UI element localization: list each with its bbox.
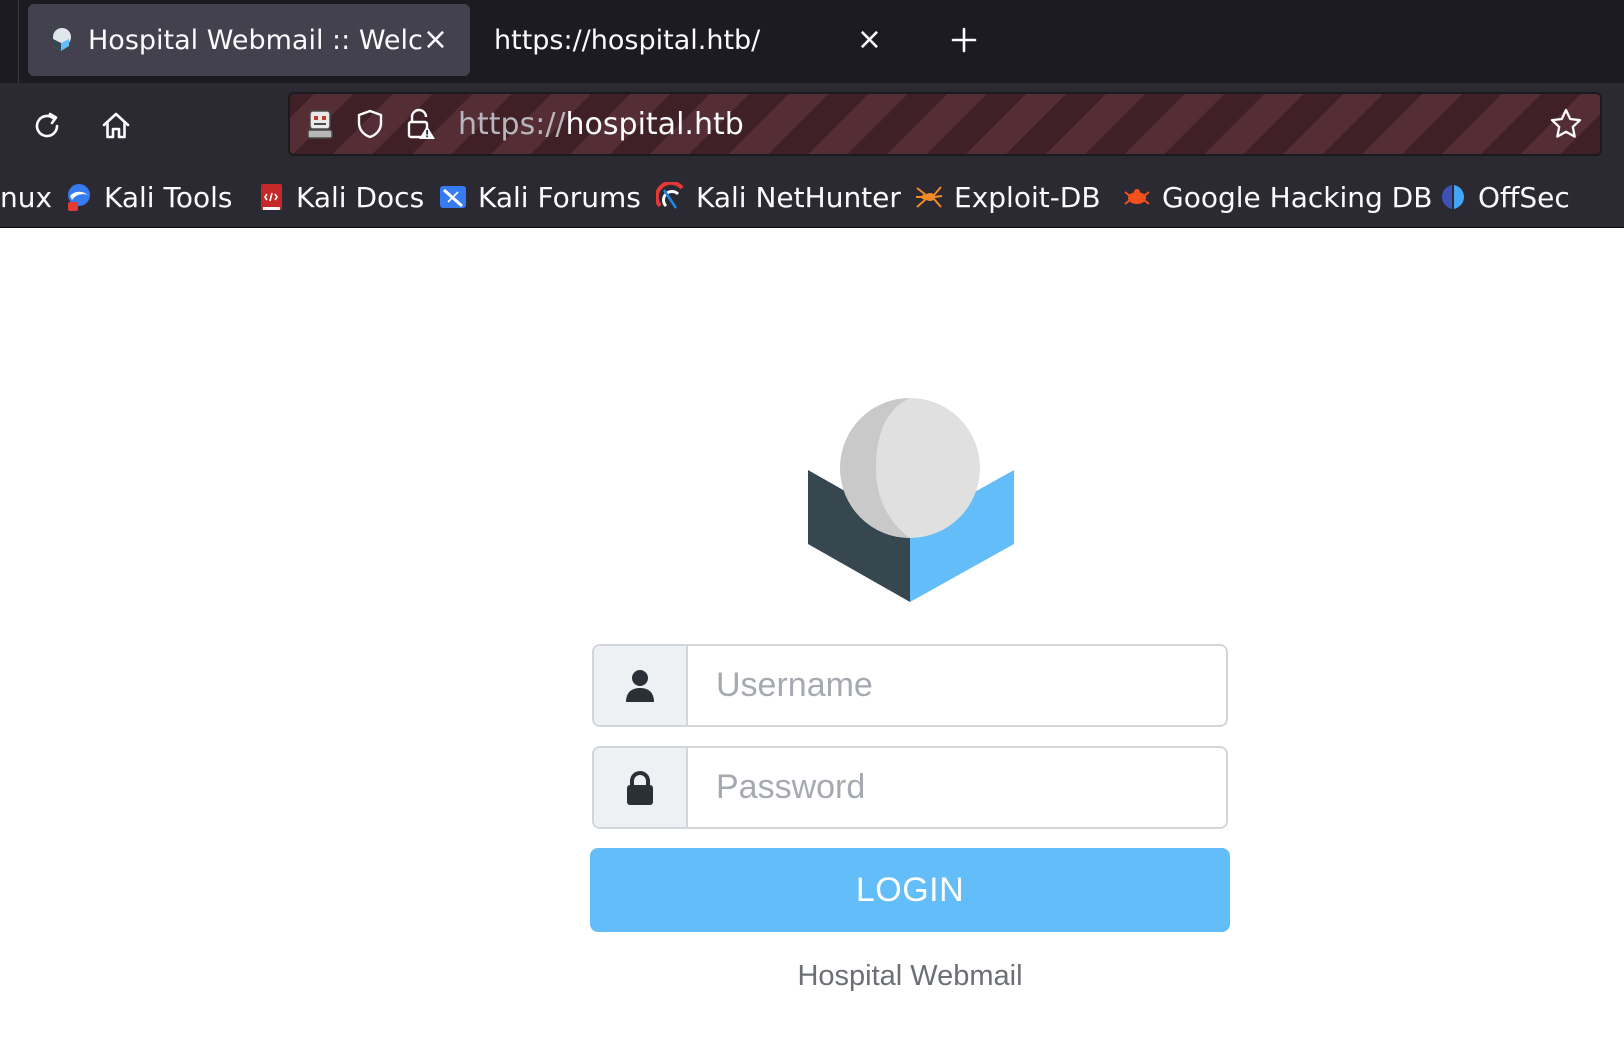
bookmark-kali-linux[interactable]: nux: [0, 167, 52, 227]
tab-close-icon[interactable]: ×: [423, 25, 448, 55]
url-text[interactable]: https://hospital.htb: [458, 107, 744, 142]
lock-icon: [627, 770, 653, 805]
roundcube-favicon-icon: [46, 25, 76, 55]
ghdb-icon: [1122, 182, 1152, 212]
username-field: [592, 644, 1228, 727]
plus-icon: [951, 27, 977, 53]
kali-forums-icon: [438, 182, 468, 212]
password-field: [592, 746, 1228, 829]
tab-strip: Hospital Webmail :: Welcome × https://ho…: [0, 0, 1624, 83]
bookmark-label: nux: [0, 180, 53, 214]
bookmark-label: Kali Forums: [478, 180, 641, 214]
kali-docs-icon: [256, 182, 286, 212]
user-icon: [626, 669, 654, 702]
kali-tools-icon: [64, 182, 94, 212]
bookmark-kali-nethunter[interactable]: Kali NetHunter: [656, 167, 901, 227]
tab-hospital-webmail[interactable]: Hospital Webmail :: Welcome ×: [28, 4, 470, 76]
login-button[interactable]: LOGIN: [590, 848, 1230, 932]
roundcube-logo: [808, 398, 1014, 602]
navigation-toolbar: https://hospital.htb: [0, 83, 1624, 167]
bookmark-label: OffSec: [1478, 180, 1570, 214]
offsec-icon: [1438, 182, 1468, 212]
bookmark-star-icon[interactable]: [1546, 104, 1586, 144]
bookmark-label: Kali Tools: [104, 180, 233, 214]
new-tab-button[interactable]: [942, 18, 986, 62]
bookmark-google-hacking-db[interactable]: Google Hacking DB: [1122, 167, 1432, 227]
tab-title: Hospital Webmail :: Welcome: [88, 24, 423, 56]
exploit-db-icon: [914, 182, 944, 212]
tracking-protection-shield-icon[interactable]: [350, 104, 390, 144]
bookmark-kali-tools[interactable]: Kali Tools: [64, 167, 232, 227]
home-icon: [102, 112, 130, 139]
tab-close-icon[interactable]: ×: [857, 25, 882, 55]
bookmark-kali-docs[interactable]: Kali Docs: [256, 167, 424, 227]
url-host: hospital.htb: [565, 106, 744, 142]
tab-strip-divider: [18, 0, 19, 83]
bookmark-exploit-db[interactable]: Exploit-DB: [914, 167, 1101, 227]
tab-hospital-htb[interactable]: https://hospital.htb/ ×: [484, 4, 904, 76]
bookmark-label: Exploit-DB: [954, 180, 1101, 214]
bookmark-offsec[interactable]: OffSec: [1438, 167, 1570, 227]
home-button[interactable]: [93, 103, 139, 149]
bookmark-kali-forums[interactable]: Kali Forums: [438, 167, 641, 227]
bookmarks-toolbar: nux Kali Tools Kali Docs Kali Forums Kal…: [0, 167, 1624, 228]
reload-icon: [35, 112, 59, 138]
username-input[interactable]: [688, 646, 1226, 725]
url-scheme: https://: [458, 106, 566, 142]
remote-control-robot-icon[interactable]: [300, 104, 340, 144]
address-bar[interactable]: https://hospital.htb: [288, 92, 1602, 156]
bookmark-label: Kali NetHunter: [696, 180, 901, 214]
insecure-lock-warning-icon[interactable]: [400, 104, 440, 144]
reload-button[interactable]: [24, 103, 70, 149]
tab-title: https://hospital.htb/: [494, 24, 761, 56]
footer-product-name: Hospital Webmail: [797, 960, 1023, 992]
bookmark-label: Google Hacking DB: [1162, 180, 1433, 214]
password-input[interactable]: [688, 748, 1226, 827]
nethunter-icon: [656, 182, 686, 212]
password-addon: [594, 748, 688, 827]
bookmark-label: Kali Docs: [296, 180, 425, 214]
username-addon: [594, 646, 688, 725]
